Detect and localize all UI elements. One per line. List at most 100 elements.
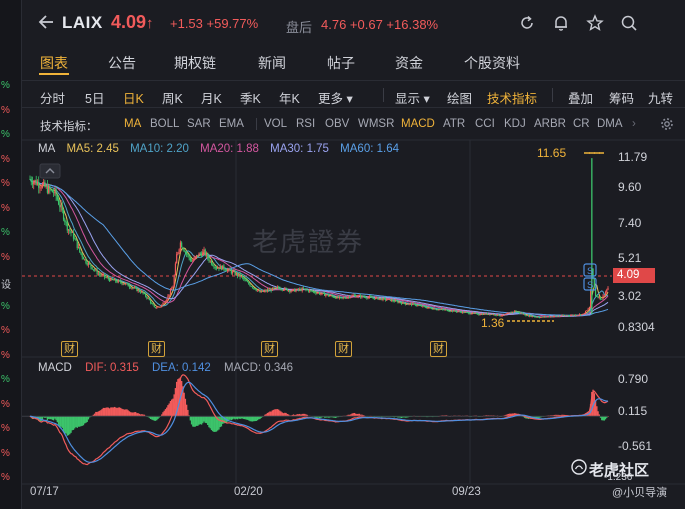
candle-body [510, 312, 512, 314]
candle-body [607, 287, 609, 290]
macd-bar [169, 400, 172, 417]
candle-body [81, 253, 83, 258]
candle-body [281, 289, 283, 291]
candle-body [182, 247, 184, 250]
macd-bar [103, 407, 106, 417]
candle-body [525, 315, 527, 317]
earnings-badge[interactable]: 财 [430, 341, 447, 357]
candle-body [331, 295, 333, 297]
macd-histogram [22, 377, 609, 436]
candle-body [558, 315, 561, 317]
macd-bar [267, 412, 270, 417]
watchlist-change-value[interactable]: % [0, 301, 22, 312]
watchlist-change-value[interactable]: 设 [0, 276, 22, 291]
candle-body [412, 303, 414, 306]
macd-bar [153, 416, 156, 421]
macd-bar [66, 416, 68, 436]
candle-body [282, 290, 285, 291]
candle-body [278, 286, 280, 288]
candle-body [476, 313, 479, 315]
watchlist-change-value[interactable]: % [0, 227, 22, 238]
earnings-badge[interactable]: 财 [148, 341, 165, 357]
earnings-badge[interactable]: 财 [335, 341, 352, 357]
macd-bar [83, 416, 86, 424]
ma10-line [29, 178, 609, 318]
candle-body [504, 314, 506, 316]
macd-bar [108, 408, 111, 417]
candle-body [260, 290, 262, 293]
candle-body [414, 303, 416, 306]
candle-body [43, 181, 45, 184]
candle-body [294, 289, 296, 292]
candle-body [485, 313, 487, 315]
watchlist-change-value[interactable]: % [0, 105, 22, 116]
x-axis-tick: 09/23 [452, 486, 481, 498]
watchlist-change-value[interactable]: % [0, 154, 22, 165]
watchlist-change-value[interactable]: % [0, 472, 22, 483]
watchlist-change-value[interactable]: % [0, 325, 22, 336]
candle-body [33, 181, 35, 185]
candle-body [39, 187, 41, 189]
candle-body [323, 292, 326, 296]
watchlist-change-value[interactable]: % [0, 448, 22, 459]
candle-body [552, 316, 554, 318]
candle-body [289, 290, 291, 292]
candle-body [387, 298, 389, 300]
macd-bar [274, 409, 276, 417]
watchlist-change-value[interactable]: % [0, 350, 22, 361]
macd-bar [123, 409, 126, 417]
watchlist-change-value[interactable]: % [0, 374, 22, 385]
earnings-badge[interactable]: 财 [261, 341, 278, 357]
candle-body [273, 287, 275, 289]
macd-axis-tick: 0.115 [618, 404, 648, 418]
macd-bar [121, 408, 123, 417]
macd-bar [96, 412, 98, 417]
candle-body [87, 262, 90, 265]
candle-body [556, 315, 558, 317]
candle-body [181, 242, 183, 248]
candle-body [167, 295, 169, 300]
kline-chart[interactable]: S S [22, 0, 685, 509]
macd-bar [59, 416, 61, 428]
candle-body [442, 308, 444, 310]
watchlist-change-value[interactable]: % [0, 129, 22, 140]
candle-body [148, 297, 150, 301]
macd-bar [151, 416, 153, 420]
macd-bar [229, 416, 231, 420]
collapse-panel-icon [39, 163, 61, 179]
candle-body [279, 287, 281, 290]
watchlist-change-value[interactable]: % [0, 80, 22, 91]
candle-body [599, 296, 602, 300]
watchlist-change-value[interactable]: % [0, 252, 22, 263]
candle-body [335, 297, 337, 299]
watchlist-change-value[interactable]: % [0, 399, 22, 410]
candle-body [54, 189, 56, 194]
macd-bar [601, 416, 603, 421]
candle-body [585, 310, 587, 314]
watchlist-change-value[interactable]: % [0, 423, 22, 434]
price-axis-tick: 3.02 [618, 289, 642, 303]
candle-body [65, 221, 67, 223]
watchlist-change-value[interactable]: % [0, 203, 22, 214]
ma30-line [29, 178, 609, 317]
candle-body [319, 292, 321, 295]
price-axis-tick: 7.40 [618, 216, 642, 230]
candle-body [265, 290, 267, 292]
candle-body [419, 305, 421, 307]
earnings-badge[interactable]: 财 [61, 341, 78, 357]
candle-body [506, 313, 508, 314]
watchlist-change-value[interactable]: % [0, 178, 22, 189]
candle-body [301, 288, 303, 291]
macd-bar [154, 416, 157, 421]
candle-body [178, 249, 180, 253]
candle-body [597, 296, 599, 298]
candle-body [356, 296, 358, 298]
candle-body [117, 280, 119, 283]
candle-body [363, 296, 365, 298]
macd-bar [190, 416, 193, 425]
candle-body [212, 264, 214, 266]
candle-body [439, 309, 441, 311]
candle-body [64, 219, 66, 222]
macd-bar [70, 416, 72, 433]
candle-body [256, 290, 259, 292]
